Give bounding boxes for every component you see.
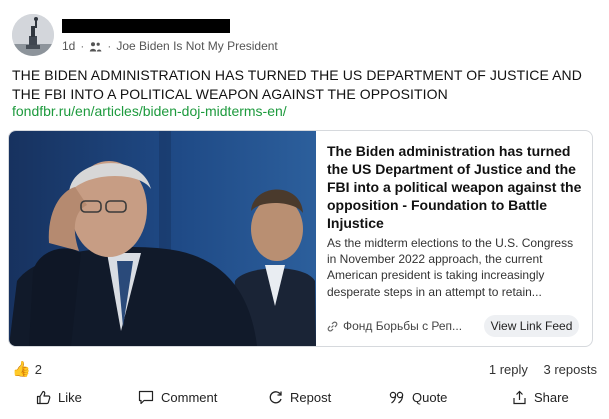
link-preview-card[interactable]: The Biden administration has turned the … — [8, 130, 593, 347]
quote-icon — [389, 391, 404, 404]
reactions[interactable]: 👍 2 — [12, 360, 42, 378]
comment-button[interactable]: Comment — [138, 390, 217, 405]
repost-icon — [269, 391, 282, 404]
card-source-label: Фонд Борьбы с Реп... — [343, 319, 463, 333]
repost-count[interactable]: 3 reposts — [544, 362, 597, 377]
preview-image — [9, 131, 316, 346]
meta-separator: · — [80, 39, 85, 53]
view-link-feed-button[interactable]: View Link Feed — [484, 315, 579, 337]
repost-button[interactable]: Repost — [268, 390, 331, 405]
like-button[interactable]: Like — [36, 390, 82, 405]
group-icon — [90, 41, 102, 51]
statue-of-liberty-image — [12, 14, 54, 56]
share-label: Share — [534, 390, 569, 405]
thumbs-up-reaction-icon: 👍 — [12, 361, 31, 378]
quote-label: Quote — [412, 390, 448, 405]
card-description: As the midterm elections to the U.S. Con… — [327, 236, 574, 299]
share-icon — [513, 390, 526, 405]
reply-count[interactable]: 1 reply — [489, 362, 528, 377]
link-icon — [327, 321, 338, 331]
post-meta: 1d · · Joe Biden Is Not My President — [62, 39, 278, 53]
like-label: Like — [58, 390, 82, 405]
post-text: THE BIDEN ADMINISTRATION HAS TURNED THE … — [12, 67, 582, 102]
redacted-username — [62, 19, 230, 33]
thumbs-up-icon — [36, 390, 51, 405]
comment-label: Comment — [161, 390, 218, 405]
engagement-counts: 1 reply 3 reposts — [489, 362, 597, 377]
meta-separator: · — [107, 39, 112, 53]
card-source[interactable]: Фонд Борьбы с Реп... — [327, 319, 462, 333]
group-avatar[interactable] — [12, 14, 54, 56]
post-timestamp[interactable]: 1d — [62, 39, 75, 53]
repost-label: Repost — [290, 390, 332, 405]
group-name[interactable]: Joe Biden Is Not My President — [116, 39, 277, 53]
share-button[interactable]: Share — [512, 390, 569, 405]
post-link[interactable]: fondfbr.ru/en/articles/biden-doj-midterm… — [12, 103, 287, 119]
quote-button[interactable]: Quote — [389, 390, 447, 405]
comment-icon — [138, 390, 154, 405]
card-title[interactable]: The Biden administration has turned the … — [327, 142, 582, 232]
like-count: 2 — [34, 361, 42, 377]
action-bar: Like Comment Repost Quote Share — [0, 390, 609, 410]
